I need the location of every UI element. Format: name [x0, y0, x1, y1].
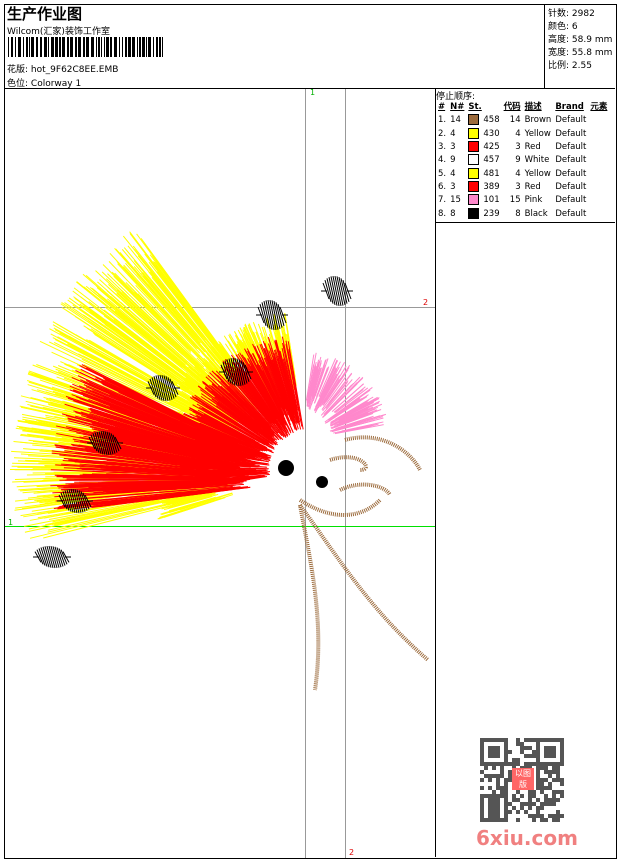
stop-row: 4. 9 457 9 White Default	[438, 154, 587, 166]
color-swatch	[468, 154, 480, 166]
black-star	[278, 460, 294, 476]
stop-row: 3. 3 425 3 Red Default	[438, 141, 587, 153]
color-swatch	[468, 141, 480, 153]
black-spot	[321, 275, 353, 307]
column-header: 元素	[590, 102, 608, 113]
stop-row: 1. 14 458 14 Brown Default	[438, 114, 587, 126]
color-swatch	[468, 180, 480, 192]
color-swatch	[468, 167, 480, 179]
seal-stamp: 以图版	[512, 768, 534, 790]
black-spot	[33, 545, 71, 569]
production-sheet: 生产作业图 Wilcom(汇家)装饰工作室 花版: hot_9F62C8EE.E…	[0, 0, 620, 860]
column-header: 代码	[503, 102, 521, 113]
color-swatch	[468, 207, 480, 219]
info-colors: 颜色: 6	[548, 22, 578, 32]
stop-row: 7. 15 101 15 Pink Default	[438, 194, 587, 206]
black-star	[316, 476, 328, 488]
info-width: 宽度: 55.8 mm	[548, 48, 613, 58]
stop-row: 8. 8 239 8 Black Default	[438, 207, 587, 219]
stop-row: 2. 4 430 4 Yellow Default	[438, 127, 587, 139]
stop-sequence-table: # N# St. 代码 描述 Brand 元素 1. 14 458 14 Brown Default 2…	[436, 101, 609, 221]
color-swatch	[468, 194, 480, 206]
stop-row: 6. 3 389 3 Red Default	[438, 180, 587, 192]
stop-row: 5. 4 481 4 Yellow Default	[438, 167, 587, 179]
brown-stem	[298, 435, 430, 691]
column-header: #	[438, 102, 446, 113]
info-stitches: 针数: 2982	[548, 9, 595, 19]
info-divider	[544, 4, 545, 88]
stitch-area	[305, 352, 387, 435]
column-header: Brand	[555, 102, 584, 113]
info-height: 高度: 58.9 mm	[548, 35, 613, 45]
info-scale: 比例: 2.55	[548, 61, 592, 71]
list-divider	[435, 222, 615, 223]
column-header: N#	[450, 102, 465, 113]
color-swatch	[468, 127, 480, 139]
watermark-logo: 6xiu.com	[476, 826, 578, 850]
color-swatch	[468, 114, 480, 126]
column-header: St.	[468, 102, 482, 113]
column-header: 描述	[524, 102, 542, 113]
embroidery-design	[10, 231, 430, 691]
